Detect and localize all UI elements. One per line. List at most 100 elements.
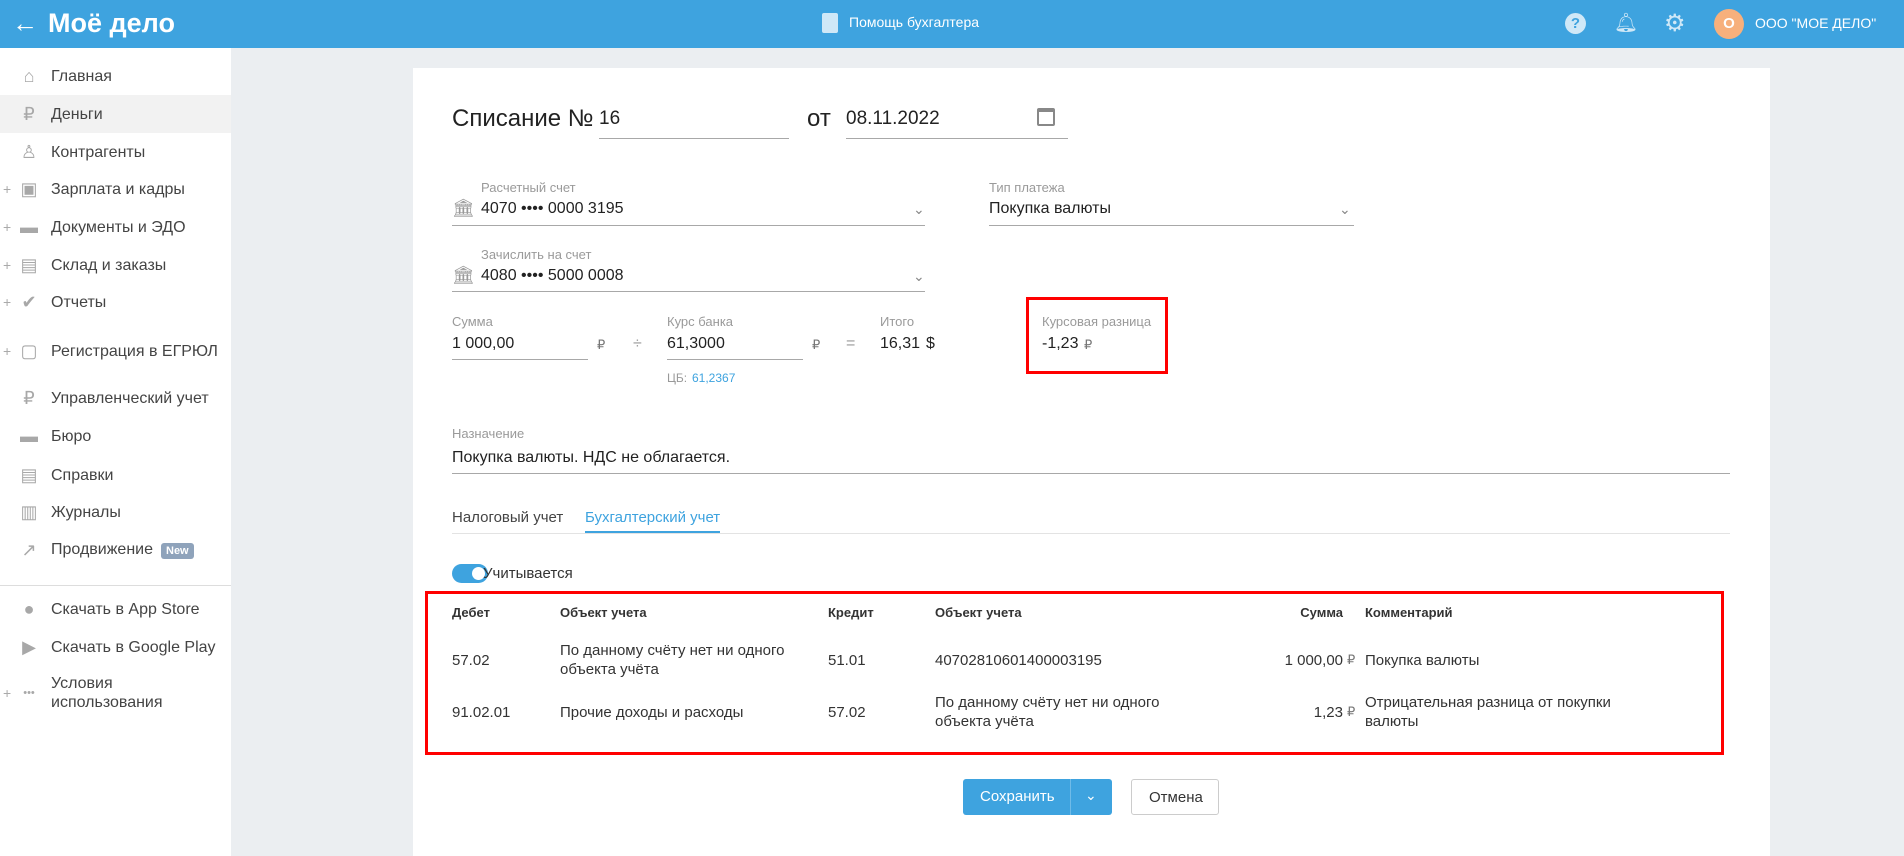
sidebar-item[interactable]: ▥ Журналы [0, 493, 231, 531]
equals-sign: = [846, 335, 856, 352]
sidebar-item[interactable]: ↗ Продвижение New [0, 531, 231, 569]
avatar[interactable]: О [1714, 9, 1744, 39]
toggle-label: Учитывается [483, 565, 573, 582]
sidebar-item-label: Деньги [51, 105, 103, 123]
rate-input[interactable]: 61,3000 [667, 335, 725, 353]
divide-sign: ÷ [633, 335, 642, 352]
payment-type-select[interactable]: Покупка валюты [989, 200, 1111, 218]
sidebar-item[interactable]: ▤ Справки [0, 456, 231, 494]
expand-plus-icon[interactable]: + [3, 181, 11, 197]
table-cell: 1 000,00 [1284, 652, 1343, 669]
ruble-icon: ₽ [1084, 337, 1093, 352]
account-select[interactable]: 4070 •••• 0000 3195 [481, 200, 624, 218]
date-input[interactable]: 08.11.2022 [846, 108, 940, 130]
sidebar-item[interactable]: ♙ Контрагенты [0, 133, 231, 171]
sidebar-item[interactable]: + ▤ Склад и заказы [0, 246, 231, 284]
sidebar-item-label: Журналы [51, 503, 121, 521]
table-header: Объект учета [935, 605, 1022, 620]
table-cell: 1,23 [1313, 704, 1343, 721]
sidebar-item-label: Склад и заказы [51, 256, 167, 274]
table-cell: 51.01 [828, 652, 866, 669]
table-cell: 40702810601400003195 [935, 652, 1102, 669]
helper-icon [822, 13, 838, 33]
money-icon: ₽ [23, 103, 35, 124]
chevron-down-icon[interactable]: ⌄ [1339, 201, 1351, 218]
sidebar-item[interactable]: ● Скачать в App Store [0, 590, 231, 628]
sidebar-item-label: Справки [51, 466, 114, 484]
sidebar-item[interactable]: ⌂ Главная [0, 57, 231, 95]
tab-tax[interactable]: Налоговый учет [452, 509, 563, 526]
contractor-icon: ♙ [20, 141, 38, 162]
purpose-input[interactable]: Покупка валюты. НДС не облагается. [452, 449, 730, 467]
expand-plus-icon[interactable]: + [3, 257, 11, 273]
sidebar-item[interactable]: + ••• Условия использования [0, 674, 231, 712]
sidebar-item[interactable]: + ▣ Зарплата и кадры [0, 170, 231, 208]
sidebar-item-label: Условия использования [51, 675, 163, 711]
help-link[interactable]: Помощь бухгалтера [849, 14, 979, 30]
save-button[interactable]: Сохранить ⌄ [963, 779, 1112, 815]
chevron-down-icon[interactable]: ⌄ [913, 268, 925, 285]
cancel-button[interactable]: Отмена [1131, 779, 1219, 815]
sidebar-item[interactable]: ▬ Бюро [0, 417, 231, 455]
company-name[interactable]: ООО "МОЕ ДЕЛО" [1755, 15, 1876, 31]
ruble-icon: ₽ [812, 337, 821, 352]
ruble-icon: ₽ [597, 337, 606, 352]
table-cell: Прочие доходы и расходы [560, 704, 744, 721]
sidebar-item[interactable]: + ▢ Регистрация в ЕГРЮЛ [0, 332, 231, 370]
dollar-sign: $ [926, 335, 935, 352]
home-icon: ⌂ [23, 65, 35, 86]
logo[interactable]: Моё дело [48, 8, 175, 39]
cancel-label: Отмена [1149, 789, 1203, 806]
table-header: Комментарий [1365, 605, 1453, 620]
tab-accounting[interactable]: Бухгалтерский учет [585, 509, 721, 533]
sidebar-item-label: Продвижение [51, 540, 153, 558]
warehouse-icon: ▤ [20, 254, 38, 275]
expand-plus-icon[interactable]: + [3, 219, 11, 235]
chevron-down-icon[interactable]: ⌄ [913, 201, 925, 218]
bell-icon[interactable]: 🔔︎ [1614, 11, 1638, 35]
table-header: Дебет [452, 605, 490, 620]
top-header: ← Моё дело Помощь бухгалтера ? 🔔︎ ⚙ О ОО… [0, 0, 1904, 48]
more-icon: ••• [23, 687, 35, 699]
sidebar-item-label: Документы и ЭДО [51, 218, 186, 236]
total-value: 16,31 [880, 335, 921, 352]
table-cell: 91.02.01 [452, 704, 511, 721]
sidebar-item-label: Регистрация в ЕГРЮЛ [51, 342, 218, 360]
help-icon[interactable]: ? [1565, 13, 1586, 34]
payment-type-label: Тип платежа [989, 180, 1065, 195]
calendar-icon[interactable] [1037, 108, 1055, 126]
cb-rate-link[interactable]: 61,2367 [692, 371, 735, 385]
table-cell: По данному счёту нет ни одного объекта у… [560, 642, 785, 678]
ruble-icon: ₽ [1347, 704, 1356, 719]
table-cell: 57.02 [828, 704, 866, 721]
sidebar-item[interactable]: + ✔ Отчеты [0, 283, 231, 321]
sidebar: ⌂ Главная ₽ Деньги ♙ Контрагенты + ▣ Зарплата и … [0, 48, 231, 856]
table-cell: 57.02 [452, 652, 490, 669]
bank-icon: 🏛︎ [452, 198, 475, 218]
sidebar-item[interactable]: ₽ Деньги [0, 95, 231, 133]
number-input[interactable]: 16 [599, 108, 620, 130]
expand-plus-icon[interactable]: + [3, 685, 11, 701]
total-label: Итого [880, 314, 915, 329]
new-badge: New [161, 542, 194, 559]
expand-plus-icon[interactable]: + [3, 343, 11, 359]
sidebar-item-label: Управленческий учет [51, 389, 209, 407]
sidebar-item[interactable]: + ▬ Документы и ЭДО [0, 208, 231, 246]
sidebar-divider [0, 585, 231, 586]
table-cell: По данному счёту нет ни одного объекта у… [935, 694, 1160, 730]
sum-input[interactable]: 1 000,00 [452, 335, 514, 353]
expand-plus-icon[interactable]: + [3, 294, 11, 310]
table-header: Сумма [1300, 605, 1343, 620]
sidebar-item[interactable]: ₽ Управленческий учет [0, 379, 231, 417]
table-header: Объект учета [560, 605, 647, 620]
sidebar-item-label: Зарплата и кадры [51, 180, 185, 198]
to-account-select[interactable]: 4080 •••• 5000 0008 [481, 267, 624, 285]
sidebar-item[interactable]: ▶ Скачать в Google Play [0, 628, 231, 666]
rate-label: Курс банка [667, 314, 734, 329]
gear-icon[interactable]: ⚙ [1664, 9, 1686, 38]
registration-icon: ▢ [20, 340, 38, 361]
back-arrow-icon[interactable]: ← [12, 8, 38, 39]
sidebar-item-label: Скачать в Google Play [51, 638, 216, 656]
google-play-icon: ▶ [22, 636, 36, 657]
chevron-down-icon[interactable]: ⌄ [1085, 787, 1097, 804]
